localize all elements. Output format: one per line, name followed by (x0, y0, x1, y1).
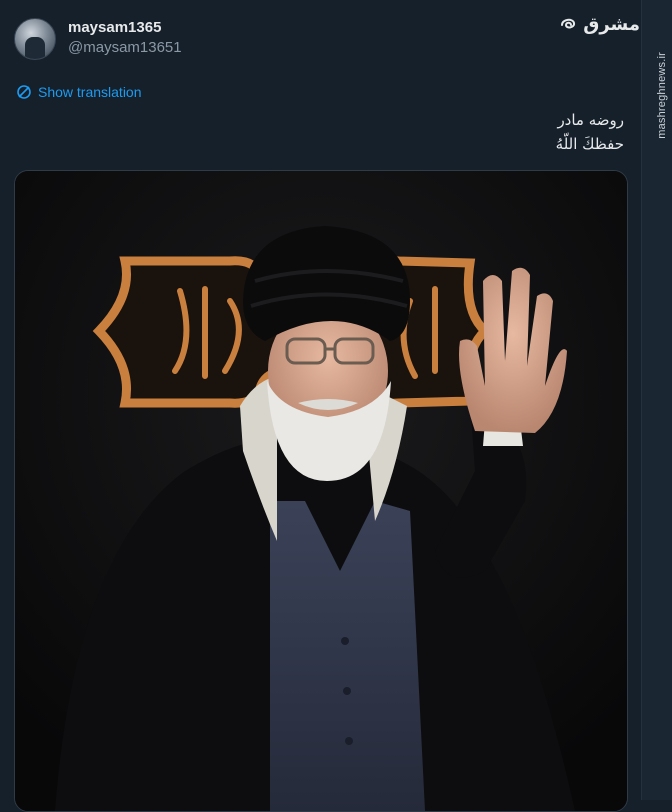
tweet-text: روضه مادر حفظكَ اللّهُ (556, 108, 624, 156)
brand-swirl-icon (561, 18, 576, 28)
avatar[interactable] (14, 18, 56, 60)
tweet-photo[interactable] (14, 170, 628, 812)
side-strip: mashreghnews.ir (641, 0, 672, 800)
brand-logo: مشرق (559, 14, 640, 35)
photo-illustration (15, 171, 627, 811)
tweet-line-1: روضه مادر (557, 111, 624, 129)
handle[interactable]: @maysam13651 (68, 38, 182, 58)
translate-label[interactable]: Show translation (38, 84, 142, 100)
author-names: maysam1365 @maysam13651 (68, 18, 182, 58)
translate-icon (17, 85, 31, 99)
tweet-header: maysam1365 @maysam13651 (14, 18, 182, 60)
brand-text: مشرق (583, 14, 640, 35)
show-translation-link[interactable]: Show translation (16, 84, 142, 100)
tweet-line-2: حفظكَ اللّهُ (555, 135, 624, 153)
watermark-site: mashreghnews.ir (656, 52, 668, 139)
display-name[interactable]: maysam1365 (68, 18, 182, 38)
